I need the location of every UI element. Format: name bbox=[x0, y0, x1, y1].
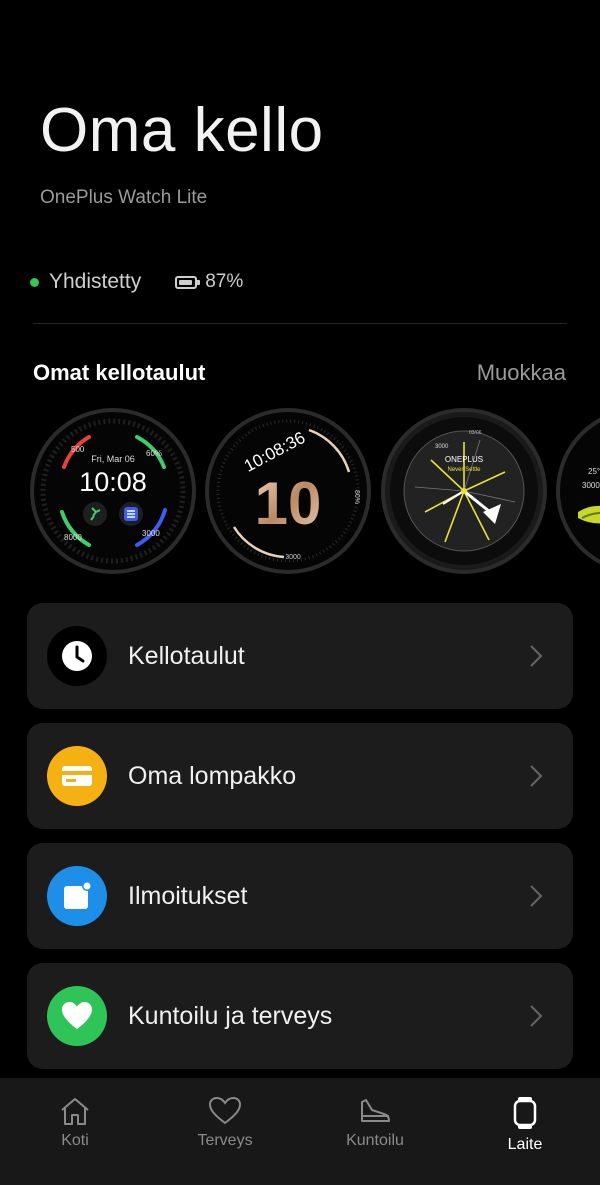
battery-icon bbox=[175, 275, 201, 289]
menu-notifications-label: Ilmoitukset bbox=[128, 881, 248, 910]
clock-icon bbox=[47, 626, 107, 686]
nav-device[interactable]: Laite bbox=[450, 1078, 600, 1185]
menu-notifications[interactable]: Ilmoitukset bbox=[27, 843, 573, 949]
chevron-right-icon bbox=[530, 765, 543, 787]
nav-health[interactable]: Terveys bbox=[150, 1078, 300, 1185]
watch-icon bbox=[513, 1097, 537, 1129]
watchfaces-header: Omat kellotaulut Muokkaa bbox=[33, 360, 566, 386]
face1-date: Fri, Mar 06 bbox=[91, 454, 135, 464]
watchface-carousel[interactable]: 500 60% 8000 3000 Fri, Mar 06 10:08 10:0… bbox=[0, 408, 600, 578]
edit-button[interactable]: Muokkaa bbox=[477, 360, 566, 386]
device-page: Oma kello OnePlus Watch Lite Yhdistetty … bbox=[0, 0, 600, 1185]
divider bbox=[33, 323, 567, 324]
chevron-right-icon bbox=[530, 1005, 543, 1027]
face1-steps: 8000 bbox=[64, 533, 82, 542]
menu-watchfaces[interactable]: Kellotaulut bbox=[27, 603, 573, 709]
nav-fitness-label: Kuntoilu bbox=[346, 1132, 404, 1149]
face2-big-hour: 10 bbox=[255, 470, 322, 537]
face1-kcal: 500 bbox=[71, 445, 85, 454]
face2-time: 10:08:36 bbox=[241, 428, 308, 476]
face3-brand: ONEPLUS bbox=[445, 455, 483, 464]
menu-watchfaces-label: Kellotaulut bbox=[128, 641, 245, 670]
nav-home-label: Koti bbox=[61, 1132, 89, 1149]
menu-fitness-health-label: Kuntoilu ja terveys bbox=[128, 1001, 333, 1030]
nav-home[interactable]: Koti bbox=[0, 1078, 150, 1185]
connection-status: Yhdistetty 87% bbox=[30, 268, 243, 296]
watchface-4-art: 25° 3000 bbox=[578, 467, 600, 524]
watchface-2-art: 10:08:36 10 80% 3000 bbox=[216, 419, 360, 563]
face3-tagline: Never Settle bbox=[447, 467, 481, 473]
watchface-4[interactable]: 25° 3000 bbox=[556, 408, 600, 574]
watchface-2[interactable]: 10:08:36 10 80% 3000 bbox=[205, 408, 371, 574]
face2-percent: 80% bbox=[353, 490, 360, 504]
menu-wallet-label: Oma lompakko bbox=[128, 761, 297, 790]
home-icon bbox=[61, 1098, 89, 1125]
face4-steps: 3000 bbox=[582, 481, 600, 490]
face1-time: 10:08 bbox=[79, 467, 147, 497]
face1-percent: 60% bbox=[146, 449, 162, 458]
heart-outline-icon bbox=[208, 1096, 242, 1125]
connection-label: Yhdistetty bbox=[49, 270, 142, 293]
notification-icon bbox=[47, 866, 107, 926]
wallet-card-icon bbox=[47, 746, 107, 806]
watchfaces-title: Omat kellotaulut bbox=[33, 360, 206, 385]
face4-temp: 25° bbox=[588, 467, 600, 476]
heart-icon bbox=[47, 986, 107, 1046]
chevron-right-icon bbox=[530, 885, 543, 907]
shoe-icon bbox=[361, 1099, 390, 1122]
face1-steps2: 3000 bbox=[142, 529, 160, 538]
menu-wallet[interactable]: Oma lompakko bbox=[27, 723, 573, 829]
watchface-3[interactable]: ONEPLUS Never Settle 3000 03/06 bbox=[381, 408, 547, 574]
page-title: Oma kello bbox=[40, 96, 324, 165]
watchface-3-art: ONEPLUS Never Settle 3000 03/06 bbox=[390, 417, 538, 565]
face2-steps: 3000 bbox=[285, 554, 301, 561]
watchface-1[interactable]: 500 60% 8000 3000 Fri, Mar 06 10:08 bbox=[30, 408, 196, 574]
bottom-nav: Koti Terveys Kuntoilu Laite bbox=[0, 1078, 600, 1185]
menu-fitness-health[interactable]: Kuntoilu ja terveys bbox=[27, 963, 573, 1069]
face3-date: 03/06 bbox=[469, 430, 482, 436]
connected-dot-icon bbox=[30, 277, 39, 287]
battery-level: 87% bbox=[205, 271, 244, 292]
chevron-right-icon bbox=[530, 645, 543, 667]
device-model: OnePlus Watch Lite bbox=[40, 187, 208, 208]
watchface-1-art: 500 60% 8000 3000 Fri, Mar 06 10:08 bbox=[40, 418, 186, 564]
nav-fitness[interactable]: Kuntoilu bbox=[300, 1078, 450, 1185]
nav-health-label: Terveys bbox=[197, 1132, 253, 1149]
nav-device-label: Laite bbox=[507, 1136, 543, 1153]
face3-steps: 3000 bbox=[435, 444, 449, 450]
